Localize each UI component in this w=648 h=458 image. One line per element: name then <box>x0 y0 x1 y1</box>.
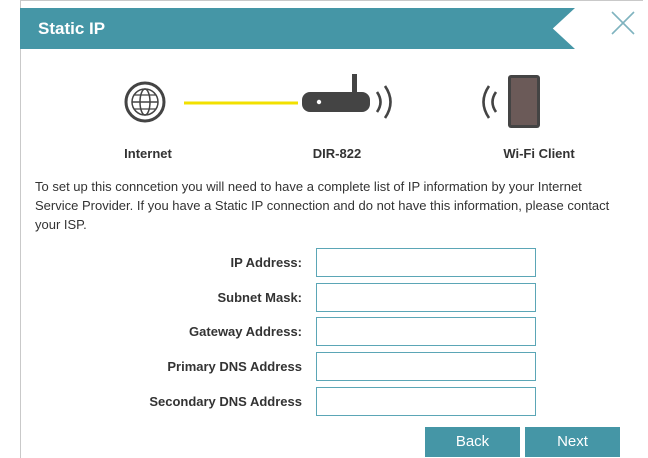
next-button[interactable]: Next <box>525 427 620 457</box>
wifi-signal-icon <box>482 85 498 119</box>
gateway-address-input[interactable] <box>316 317 536 346</box>
ip-address-label: IP Address: <box>230 255 302 270</box>
ip-address-input[interactable] <box>316 248 536 277</box>
primary-dns-row: Primary DNS Address <box>0 352 648 382</box>
router-label: DIR-822 <box>312 146 362 161</box>
close-icon[interactable] <box>609 9 637 37</box>
secondary-dns-row: Secondary DNS Address <box>0 387 648 417</box>
subnet-mask-input[interactable] <box>316 283 536 312</box>
dialog-title: Static IP <box>38 19 106 38</box>
primary-dns-label: Primary DNS Address <box>167 359 302 374</box>
description-text: To set up this conncetion you will need … <box>35 179 610 232</box>
globe-icon <box>124 81 166 123</box>
secondary-dns-input[interactable] <box>316 387 536 416</box>
subnet-mask-label: Subnet Mask: <box>217 290 302 305</box>
subnet-mask-row: Subnet Mask: <box>0 283 648 313</box>
router-icon <box>302 74 392 119</box>
gateway-address-label: Gateway Address: <box>189 324 302 339</box>
ip-address-row: IP Address: <box>0 248 648 278</box>
client-label: Wi-Fi Client <box>503 146 575 161</box>
secondary-dns-label: Secondary DNS Address <box>149 394 302 409</box>
tablet-icon <box>508 75 540 128</box>
gateway-address-row: Gateway Address: <box>0 317 648 347</box>
internet-label: Internet <box>124 146 172 161</box>
back-button[interactable]: Back <box>425 427 520 457</box>
primary-dns-input[interactable] <box>316 352 536 381</box>
